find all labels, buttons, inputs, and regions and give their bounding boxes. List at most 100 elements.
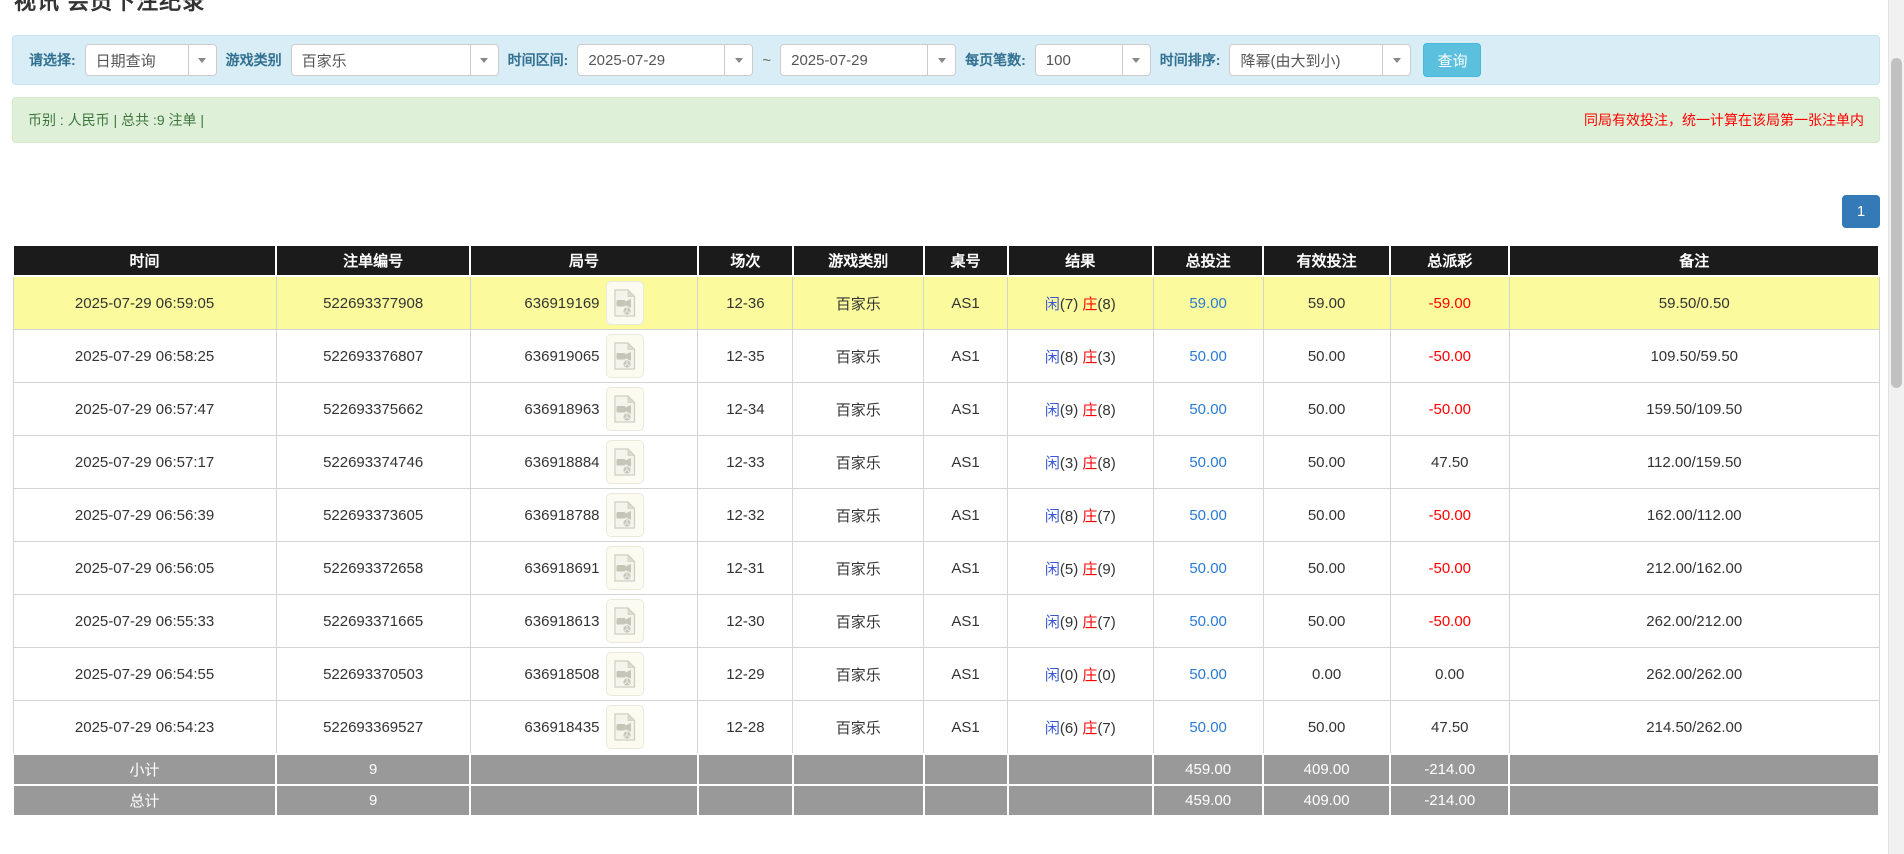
chevron-down-icon[interactable] <box>927 45 955 75</box>
video-replay-button[interactable] <box>605 599 644 643</box>
video-replay-button[interactable] <box>605 705 644 749</box>
video-replay-button[interactable] <box>605 440 644 484</box>
page-button-1[interactable]: 1 <box>1842 195 1880 228</box>
page-title: 视讯 会员下注纪录 <box>14 0 206 14</box>
summary-empty <box>696 784 794 817</box>
total-row: 总计 9 459.00 409.00 -214.00 <box>11 784 1880 817</box>
banker-result-label: 庄 <box>1082 613 1098 631</box>
date-to-select[interactable]: 2025-07-29 <box>780 44 957 76</box>
summary-empty <box>1006 753 1155 786</box>
date-from-value: 2025-07-29 <box>588 51 666 69</box>
cell-valid-bet: 59.00 <box>1262 275 1391 330</box>
header-remark: 备注 <box>1508 244 1880 277</box>
cell-total-bet[interactable]: 50.00 <box>1152 435 1264 489</box>
total-bet-link[interactable]: 59.00 <box>1189 295 1227 312</box>
total-bet-link[interactable]: 50.00 <box>1189 401 1227 418</box>
summary-empty <box>1508 753 1880 786</box>
cell-time: 2025-07-29 06:56:39 <box>12 488 277 542</box>
summary-empty <box>922 784 1009 817</box>
vertical-scrollbar-track[interactable] <box>1888 0 1904 854</box>
summary-empty <box>1006 784 1155 817</box>
round-id-value: 636918435 <box>524 718 600 736</box>
cell-total-bet[interactable]: 50.00 <box>1152 700 1264 755</box>
video-replay-button[interactable] <box>605 652 644 696</box>
total-bet-link[interactable]: 50.00 <box>1189 348 1227 365</box>
chevron-down-icon[interactable] <box>1382 45 1410 75</box>
video-replay-button[interactable] <box>605 493 644 537</box>
cell-game-type: 百家乐 <box>792 435 925 489</box>
time-sort-select[interactable]: 降幂(由大到小) <box>1229 44 1412 76</box>
cell-total-bet[interactable]: 50.00 <box>1152 382 1264 436</box>
banker-result-label: 庄 <box>1082 507 1098 525</box>
cell-total-bet[interactable]: 50.00 <box>1152 594 1264 648</box>
date-from-select[interactable]: 2025-07-29 <box>577 44 754 76</box>
player-result-label: 闲 <box>1044 719 1060 737</box>
cell-session: 12-34 <box>697 382 794 436</box>
cell-game-type: 百家乐 <box>792 647 925 701</box>
video-record-icon <box>614 289 636 317</box>
total-bet-link[interactable]: 50.00 <box>1189 613 1227 630</box>
cell-payout: 47.50 <box>1389 435 1510 489</box>
cell-total-bet[interactable]: 50.00 <box>1152 488 1264 542</box>
total-bet-link[interactable]: 50.00 <box>1189 719 1227 736</box>
chevron-down-icon[interactable] <box>724 45 752 75</box>
total-bet-link[interactable]: 50.00 <box>1189 666 1227 683</box>
round-id-with-video: 636919065 <box>475 334 694 378</box>
cell-payout: -50.00 <box>1389 329 1510 383</box>
cell-result: 闲(5) 庄(9) <box>1007 541 1154 595</box>
cell-total-bet[interactable]: 50.00 <box>1152 541 1264 595</box>
banker-result-label: 庄 <box>1082 401 1098 419</box>
game-type-value: 百家乐 <box>301 52 347 70</box>
video-replay-button[interactable] <box>605 387 644 431</box>
pagination: 1 <box>12 195 1880 228</box>
table-row: 2025-07-29 06:56:05 522693372658 636918691… <box>12 541 1880 595</box>
page-size-select[interactable]: 100 <box>1034 44 1151 76</box>
cell-game-type: 百家乐 <box>792 488 925 542</box>
video-replay-button[interactable] <box>605 334 644 378</box>
header-valid-bet: 有效投注 <box>1262 244 1392 277</box>
cell-total-bet[interactable]: 50.00 <box>1152 329 1264 383</box>
game-type-select[interactable]: 百家乐 <box>290 44 499 76</box>
cell-game-type: 百家乐 <box>792 275 925 330</box>
banker-result-label: 庄 <box>1082 666 1098 684</box>
video-replay-button[interactable] <box>605 281 644 325</box>
query-type-select[interactable]: 日期查询 <box>84 44 217 76</box>
round-id-with-video: 636918788 <box>475 493 694 537</box>
player-result-label: 闲 <box>1044 507 1060 525</box>
cell-bet-id: 522693370503 <box>275 647 471 701</box>
cell-total-bet[interactable]: 59.00 <box>1152 275 1264 330</box>
summary-total-bet: 459.00 <box>1152 753 1265 786</box>
search-button[interactable]: 查询 <box>1423 43 1482 77</box>
result-score: (7) <box>1059 295 1079 313</box>
cell-session: 12-31 <box>697 541 794 595</box>
total-bet-link[interactable]: 50.00 <box>1189 560 1227 577</box>
vertical-scrollbar-thumb[interactable] <box>1891 58 1902 388</box>
cell-bet-id: 522693373605 <box>275 488 471 542</box>
cell-round-id: 636918508 <box>469 647 699 701</box>
player-result-label: 闲 <box>1044 560 1060 578</box>
cell-result: 闲(3) 庄(8) <box>1007 435 1154 489</box>
result-score: (5) <box>1059 560 1079 578</box>
cell-result: 闲(0) 庄(0) <box>1007 647 1154 701</box>
summary-label: 总计 <box>11 784 278 817</box>
result-score: (7) <box>1097 613 1116 631</box>
cell-total-bet[interactable]: 50.00 <box>1152 647 1264 701</box>
summary-empty <box>469 753 699 786</box>
chevron-down-icon[interactable] <box>1121 45 1150 75</box>
result-score: (3) <box>1097 348 1116 366</box>
chevron-down-icon[interactable] <box>187 45 216 75</box>
header-table-no: 桌号 <box>922 244 1009 277</box>
chevron-down-icon[interactable] <box>469 45 498 75</box>
cell-bet-id: 522693372658 <box>275 541 471 595</box>
total-bet-link[interactable]: 50.00 <box>1189 454 1227 471</box>
cell-game-type: 百家乐 <box>792 541 925 595</box>
cell-payout: -50.00 <box>1389 488 1510 542</box>
video-record-icon <box>614 607 636 635</box>
range-separator: ~ <box>762 51 772 69</box>
cell-payout: -50.00 <box>1389 541 1510 595</box>
total-bet-link[interactable]: 50.00 <box>1189 507 1227 524</box>
cell-session: 12-30 <box>697 594 794 648</box>
video-replay-button[interactable] <box>605 546 644 590</box>
cell-table-no: AS1 <box>923 594 1009 648</box>
cell-time: 2025-07-29 06:59:05 <box>12 275 277 330</box>
